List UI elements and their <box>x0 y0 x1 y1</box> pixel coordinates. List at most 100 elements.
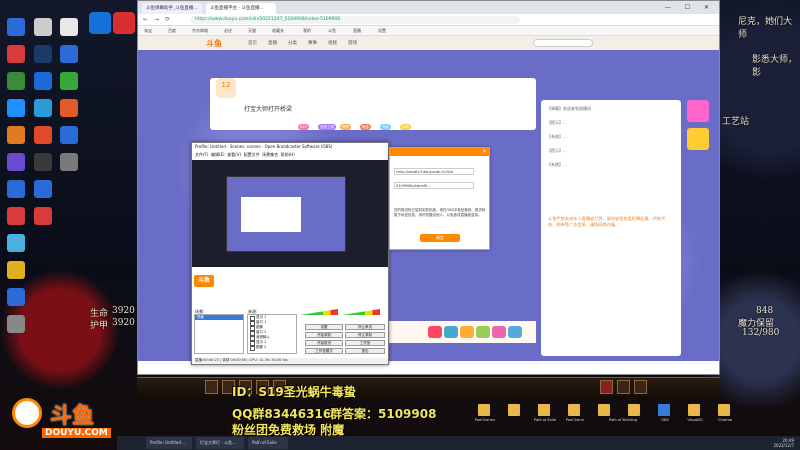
app-icon[interactable] <box>34 126 52 144</box>
promo-icon[interactable] <box>687 128 709 150</box>
reload-icon[interactable]: ⟳ <box>165 16 170 23</box>
app-icon[interactable] <box>7 315 25 333</box>
nav-item[interactable]: 直播 <box>268 40 277 46</box>
bookmark[interactable]: 京东商城 <box>192 28 208 34</box>
app-icon[interactable] <box>34 99 52 117</box>
source-item[interactable]: 图像 2 <box>248 345 296 351</box>
obs-menu-item[interactable]: 编辑(E) <box>211 152 225 157</box>
skill-slot[interactable] <box>205 380 218 394</box>
bookmark[interactable]: 设置 <box>378 28 386 34</box>
record-button[interactable]: 开始录制 <box>305 332 343 338</box>
stop-record-button[interactable]: 停止录制 <box>345 332 385 338</box>
app-launcher-icon[interactable] <box>113 12 135 34</box>
bookmark[interactable]: 斗鱼 <box>328 28 336 34</box>
obs-menu-item[interactable]: 文件(F) <box>195 152 208 157</box>
taskbar-item[interactable]: Path of Exile <box>248 437 288 449</box>
nav-item[interactable]: 游戏 <box>348 40 357 46</box>
folder-icon[interactable] <box>478 404 490 416</box>
app-icon[interactable] <box>60 18 78 36</box>
room-tag[interactable]: 赛季 <box>340 124 351 130</box>
bookmark[interactable]: 必应 <box>224 28 232 34</box>
skill-slot[interactable] <box>617 380 630 394</box>
folder-icon[interactable] <box>718 404 730 416</box>
search-input[interactable] <box>533 39 593 47</box>
app-icon[interactable] <box>7 72 25 90</box>
gift-icon[interactable] <box>428 326 442 338</box>
stream-button[interactable]: 开始推流 <box>305 340 343 346</box>
app-icon[interactable] <box>34 18 52 36</box>
app-icon[interactable] <box>7 153 25 171</box>
tab-active[interactable]: 斗鱼直播平台 - 斗鱼直播... <box>206 3 276 14</box>
back-icon[interactable]: ← <box>143 16 148 23</box>
taskbar-item[interactable]: Profile: Untitled ... <box>146 437 192 449</box>
room-tag[interactable]: 流放之路 <box>318 124 336 130</box>
app-icon[interactable] <box>60 99 78 117</box>
room-tag[interactable]: 暗金 <box>360 124 371 130</box>
obs-preview[interactable] <box>192 160 388 267</box>
nav-item[interactable]: 赛事 <box>308 40 317 46</box>
app-icon[interactable] <box>60 72 78 90</box>
skill-slot[interactable] <box>634 380 647 394</box>
app-icon[interactable] <box>7 99 25 117</box>
taskbar-item[interactable]: 打宝大师打 - 斗鱼... <box>196 437 244 449</box>
close-icon[interactable]: ✕ <box>482 148 487 155</box>
folder-icon[interactable] <box>598 404 610 416</box>
app-icon[interactable] <box>7 207 25 225</box>
studio-button[interactable]: 工作室模式 <box>305 348 343 354</box>
url-input[interactable]: https://www.douyu.com/cdn/20221207_51099… <box>190 16 520 24</box>
room-tag[interactable]: S19 <box>298 124 309 130</box>
app-icon[interactable] <box>7 261 25 279</box>
app-icon[interactable] <box>7 234 25 252</box>
app-launcher-icon[interactable] <box>89 12 111 34</box>
folder-icon[interactable] <box>628 404 640 416</box>
folder-icon[interactable] <box>568 404 580 416</box>
bookmark[interactable]: 我的 <box>303 28 311 34</box>
skill-slot[interactable] <box>600 380 613 394</box>
nav-item[interactable]: 分类 <box>288 40 297 46</box>
gift-icon[interactable] <box>460 326 474 338</box>
rtmp-url-field[interactable]: rtmp://sendtc3.douyucdn.cn/live <box>394 168 474 175</box>
app-icon[interactable] <box>34 180 52 198</box>
app-icon[interactable] <box>34 153 52 171</box>
tab[interactable]: 斗鱼弹幕助手_斗鱼直播... <box>142 3 202 14</box>
scene-item[interactable]: 场景 <box>195 315 243 320</box>
gift-icon[interactable] <box>508 326 522 338</box>
obs-menu-item[interactable]: 查看(V) <box>227 152 241 157</box>
folder-icon[interactable] <box>538 404 550 416</box>
folder-icon[interactable] <box>508 404 520 416</box>
app-icon[interactable] <box>34 72 52 90</box>
bookmark[interactable]: 淘宝 <box>144 28 152 34</box>
bookmark[interactable]: 收藏夹 <box>272 28 284 34</box>
nav-item[interactable]: 首页 <box>248 40 257 46</box>
bookmark[interactable]: 直播 <box>353 28 361 34</box>
site-logo[interactable]: 斗鱼 <box>206 38 222 49</box>
studio-mode-button[interactable]: 工作室 <box>345 340 385 346</box>
ok-button[interactable]: 确定 <box>420 234 460 242</box>
forward-icon[interactable]: → <box>154 16 159 23</box>
app-icon[interactable] <box>7 288 25 306</box>
app-icon[interactable] <box>60 153 78 171</box>
app-icon[interactable] <box>34 207 52 225</box>
app-icon[interactable] <box>7 180 25 198</box>
app-icon[interactable] <box>7 18 25 36</box>
folder-icon[interactable] <box>688 404 700 416</box>
gift-icon[interactable] <box>476 326 490 338</box>
nav-item[interactable]: 视频 <box>328 40 337 46</box>
obs-menu-item[interactable]: 配置文件 <box>244 152 260 157</box>
exit-button[interactable]: 退出 <box>345 348 385 354</box>
app-icon[interactable] <box>60 126 78 144</box>
app-icon[interactable] <box>7 126 25 144</box>
settings-button[interactable]: 设置 <box>305 324 343 330</box>
room-tag[interactable]: 充能 <box>380 124 391 130</box>
promo-icon[interactable] <box>687 100 709 122</box>
app-icon[interactable] <box>658 404 670 416</box>
obs-menu-item[interactable]: 帮助(H) <box>281 152 295 157</box>
obs-menu-item[interactable]: 场景集合 <box>262 152 278 157</box>
bookmark[interactable]: 天猫 <box>248 28 256 34</box>
app-icon[interactable] <box>60 45 78 63</box>
stream-key-field[interactable]: 5109908rvNwmfE... <box>394 182 474 189</box>
steam-icon[interactable] <box>34 45 52 63</box>
bookmark[interactable]: 百度 <box>168 28 176 34</box>
window-controls[interactable]: — ☐ ✕ <box>665 4 715 11</box>
room-tag[interactable]: 传奇 <box>400 124 411 130</box>
